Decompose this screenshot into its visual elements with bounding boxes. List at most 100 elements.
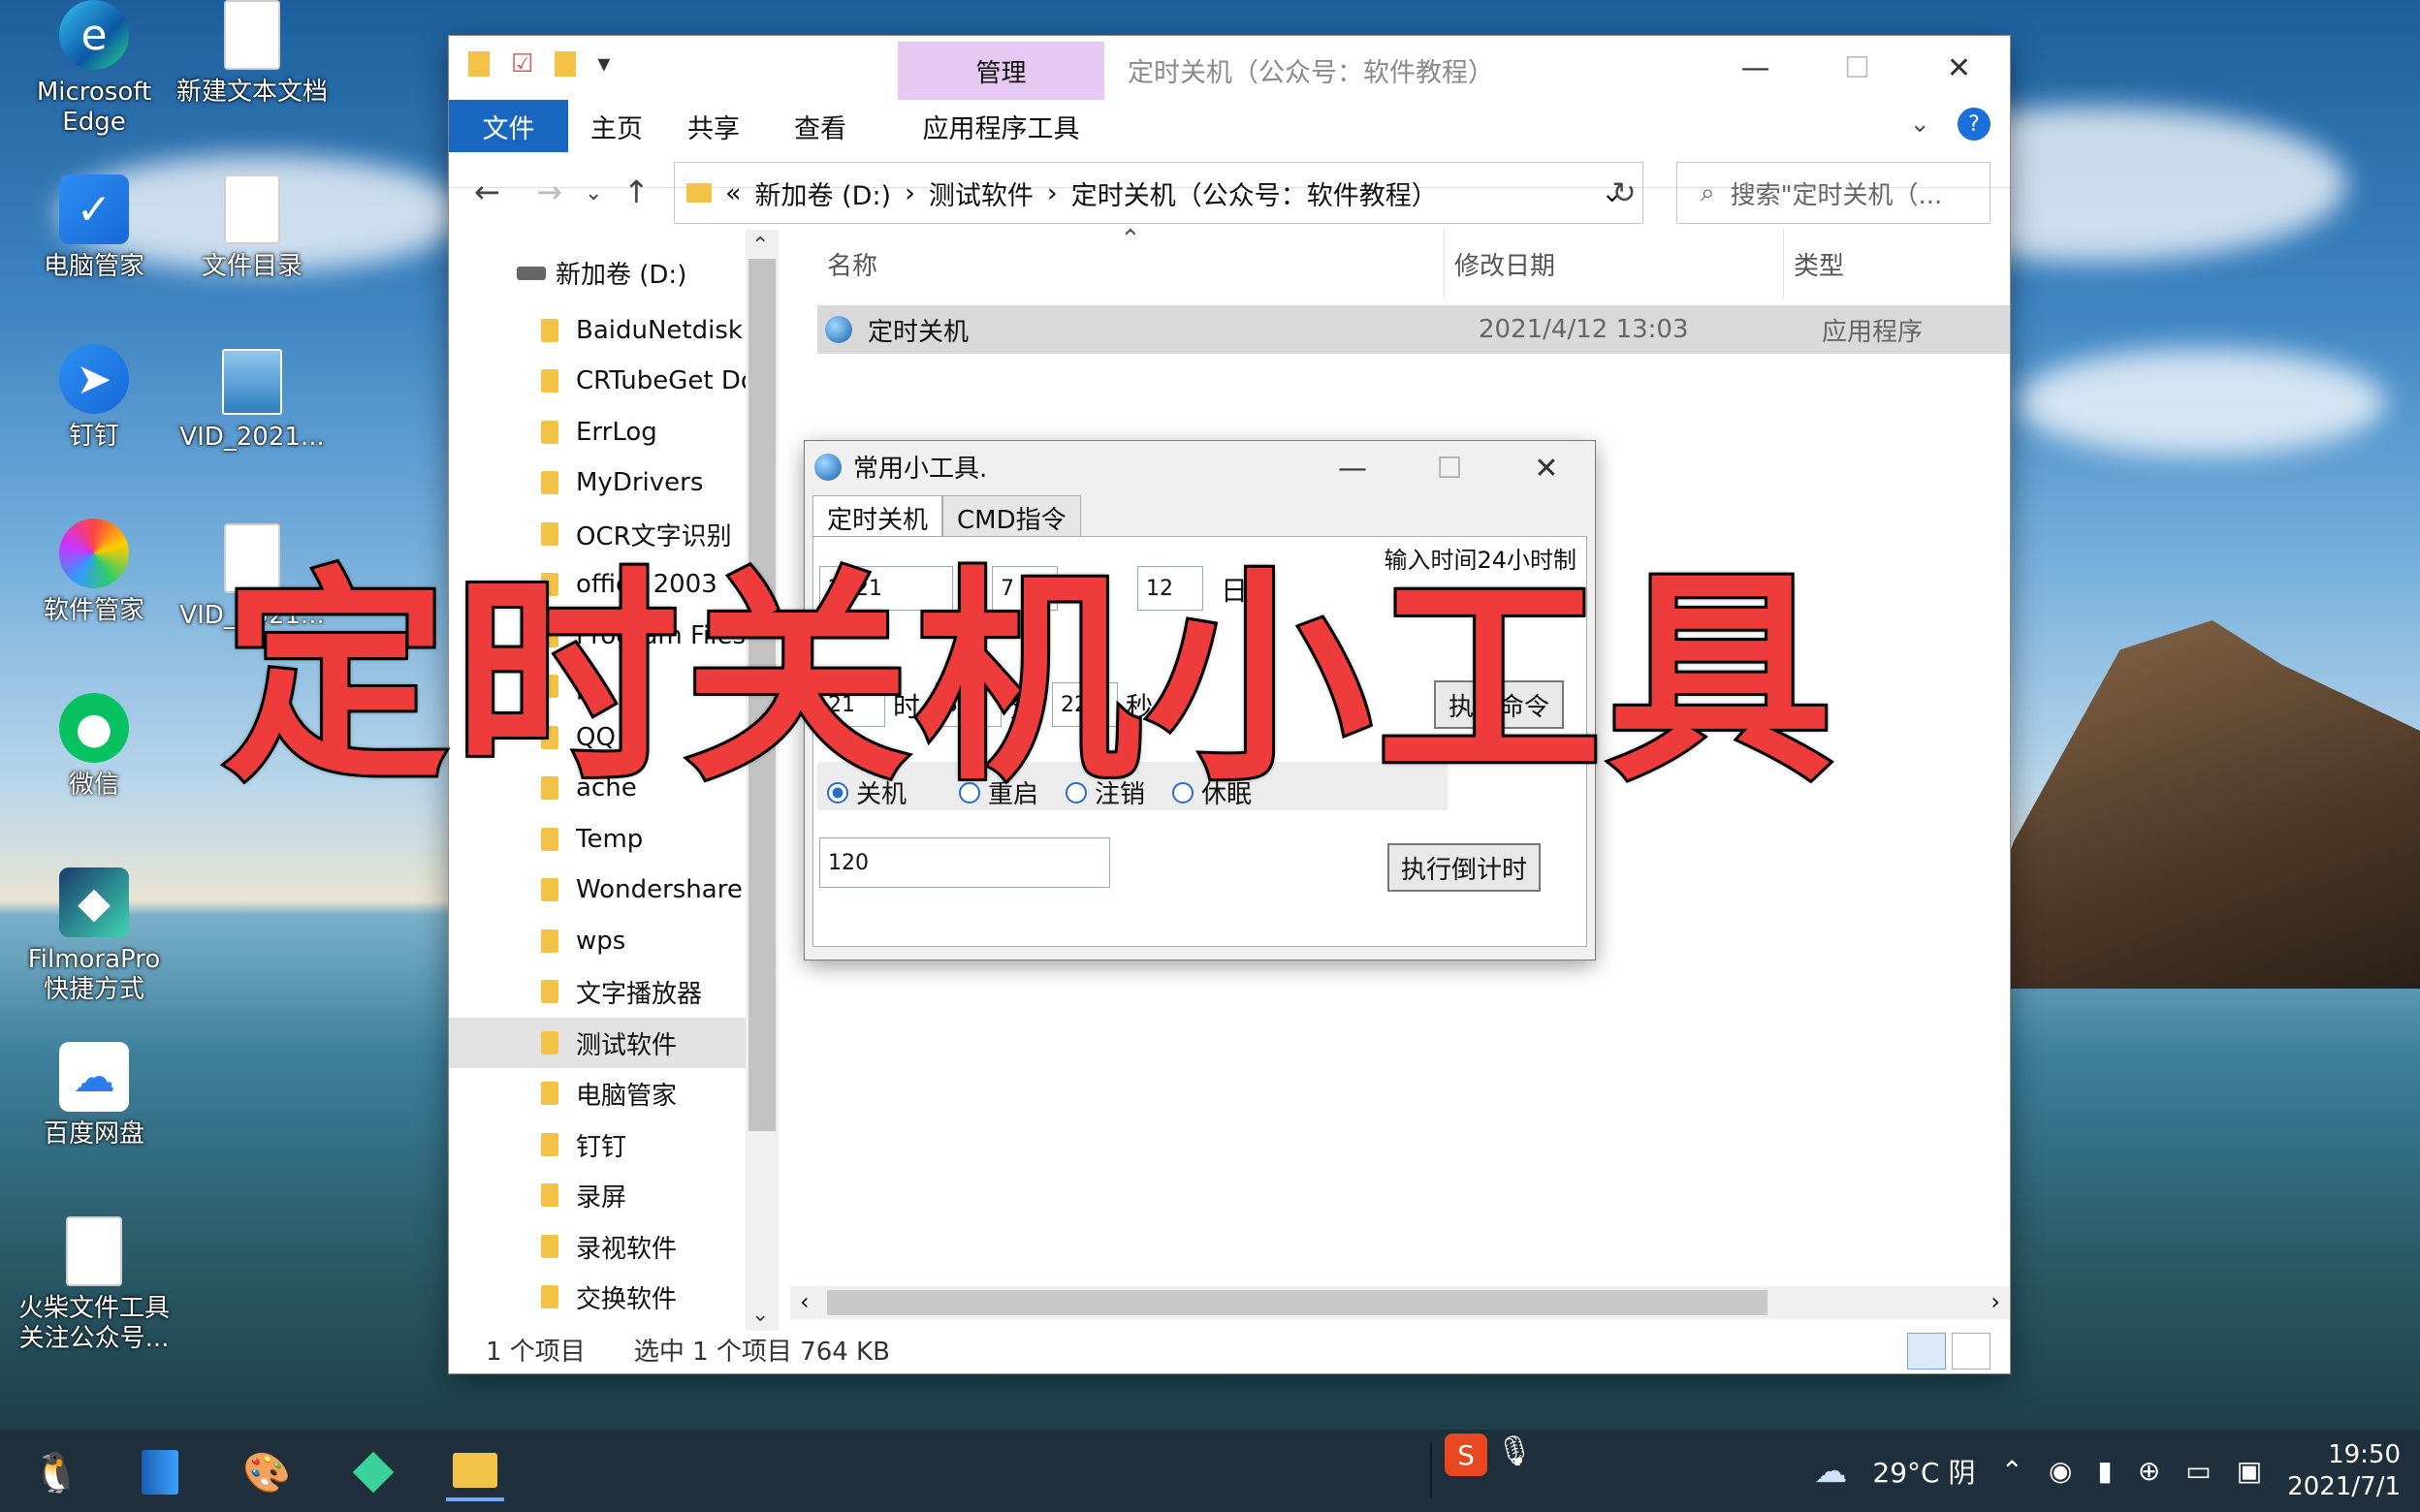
help-icon[interactable]: ?: [1958, 108, 1990, 141]
dingtalk-icon[interactable]: [344, 1443, 402, 1501]
minimize-button[interactable]: —: [1704, 36, 1806, 100]
desktop-icon-file[interactable]: 文件目录: [170, 174, 334, 282]
clock[interactable]: 19:50 2021/7/1: [2287, 1439, 2401, 1502]
desktop-icon-dingtalk[interactable]: ➤ 钉钉: [12, 344, 176, 452]
tree-folder[interactable]: 录视软件: [449, 1221, 779, 1272]
column-header-type[interactable]: 类型: [1783, 230, 1844, 298]
tree-folder-selected[interactable]: 测试软件: [449, 1018, 779, 1068]
breadcrumb-drive[interactable]: 新加卷 (D:): [755, 174, 892, 212]
tree-folder[interactable]: ErrLog: [449, 407, 779, 457]
run-countdown-button[interactable]: 执行倒计时: [1387, 843, 1541, 892]
file-explorer-icon[interactable]: [446, 1443, 504, 1501]
details-view-icon[interactable]: [1907, 1333, 1946, 1370]
tab-application-tools[interactable]: 应用程序工具: [898, 100, 1104, 152]
desktop-icon-text-file[interactable]: 新建文本文档: [170, 0, 334, 108]
tab-view[interactable]: 查看: [762, 100, 878, 152]
breadcrumb-folder[interactable]: 测试软件: [929, 174, 1034, 212]
tree-folder-label: 钉钉: [576, 1132, 627, 1162]
file-modified: 2021/4/12 13:03: [1479, 315, 1689, 344]
folder-icon: [686, 183, 712, 203]
image-file-icon: [222, 349, 282, 415]
close-button[interactable]: ✕: [1908, 36, 2010, 100]
back-arrow-icon[interactable]: ←: [474, 173, 500, 210]
large-icons-view-icon[interactable]: [1952, 1333, 1990, 1370]
tree-folder[interactable]: 文字播放器: [449, 966, 779, 1017]
tab-cmd[interactable]: CMD指令: [942, 495, 1081, 540]
address-bar[interactable]: « 新加卷 (D:) › 测试软件 › 定时关机（公众号：软件教程） ⌄: [674, 162, 1643, 224]
tab-share[interactable]: 共享: [665, 100, 762, 152]
folder-icon: [541, 828, 558, 851]
sogou-input-icon[interactable]: S: [1445, 1433, 1487, 1476]
scroll-down-icon[interactable]: ⌄: [751, 1303, 769, 1327]
notebook-icon[interactable]: [131, 1443, 189, 1501]
maximize-button[interactable]: ☐: [1401, 441, 1498, 495]
desktop-icon-wechat[interactable]: ● 微信: [12, 693, 176, 801]
tree-folder[interactable]: wps: [449, 916, 779, 966]
tab-shutdown-timer[interactable]: 定时关机: [812, 495, 943, 540]
forward-arrow-icon[interactable]: →: [536, 173, 562, 210]
desktop-icon-software-manager[interactable]: 软件管家: [12, 519, 176, 626]
recent-dropdown-icon[interactable]: ⌄: [585, 181, 602, 205]
battery-icon[interactable]: ▮: [2097, 1455, 2112, 1487]
maximize-button[interactable]: ☐: [1806, 36, 1908, 100]
folder-icon: [541, 369, 558, 393]
properties-icon[interactable]: ☑: [511, 49, 533, 79]
file-type: 应用程序: [1822, 317, 1924, 347]
tab-home[interactable]: 主页: [568, 100, 665, 152]
show-hidden-icons-icon[interactable]: ⌃: [2000, 1455, 2022, 1487]
display-icon[interactable]: ▣: [2237, 1455, 2262, 1487]
breadcrumb-current[interactable]: 定时关机（公众号：软件教程）: [1071, 174, 1438, 212]
column-header-modified[interactable]: 修改日期: [1444, 230, 1555, 298]
scroll-up-icon[interactable]: ⌃: [751, 234, 769, 258]
tree-folder[interactable]: MyDrivers: [449, 457, 779, 508]
tree-folder[interactable]: BaiduNetdisk: [449, 305, 779, 356]
tab-file[interactable]: 文件: [449, 100, 568, 152]
desktop-icon-label: 文件目录: [201, 252, 302, 281]
folder-icon: [541, 980, 558, 1003]
desktop-icon-baidu-netdisk[interactable]: ☁ 百度网盘: [12, 1042, 176, 1150]
tree-folder[interactable]: 录屏: [449, 1170, 779, 1220]
file-row[interactable]: 定时关机 2021/4/12 13:03 应用程序: [817, 305, 2010, 354]
tree-folder[interactable]: CRTubeGet Do: [449, 356, 779, 406]
scroll-right-icon[interactable]: ›: [1990, 1288, 2000, 1315]
desktop-icon-video[interactable]: VID_2021...: [170, 349, 334, 453]
tree-folder[interactable]: Wondershare: [449, 865, 779, 915]
countdown-input[interactable]: 120: [819, 837, 1110, 888]
tree-folder[interactable]: 电脑管家: [449, 1068, 779, 1118]
tree-folder[interactable]: 钉钉: [449, 1119, 779, 1170]
close-button[interactable]: ✕: [1498, 441, 1595, 495]
scrollbar-thumb[interactable]: [827, 1290, 1767, 1315]
tree-folder[interactable]: 交换软件: [449, 1272, 779, 1322]
tree-folder[interactable]: Temp: [449, 814, 779, 865]
microphone-icon[interactable]: 🎙: [1493, 1430, 1536, 1472]
paint-icon[interactable]: 🎨: [238, 1443, 296, 1501]
language-icon[interactable]: ⊕: [2138, 1455, 2160, 1487]
scroll-left-icon[interactable]: ‹: [800, 1288, 810, 1315]
tree-drive-d[interactable]: 新加卷 (D:): [517, 255, 686, 291]
new-folder-icon[interactable]: [555, 51, 577, 77]
qq-icon[interactable]: 🐧: [27, 1443, 85, 1501]
folder-icon: [541, 522, 558, 546]
up-arrow-icon[interactable]: ↑: [623, 173, 650, 210]
folder-icon[interactable]: [468, 51, 490, 77]
desktop-icon-edge[interactable]: e Microsoft Edge: [12, 0, 176, 138]
refresh-icon[interactable]: ↻: [1603, 162, 1645, 224]
usb-icon[interactable]: ▭: [2185, 1455, 2211, 1487]
desktop-icon-label: FilmoraPro 快捷方式: [27, 945, 161, 1005]
tree-folder-label: BaiduNetdisk: [576, 316, 743, 345]
desktop-icon-pc-manager[interactable]: ✓ 电脑管家: [12, 174, 176, 282]
column-header-name[interactable]: 名称: [827, 230, 877, 298]
customize-toolbar-icon[interactable]: ▾: [597, 49, 610, 79]
desktop-icon-filmora[interactable]: ◆ FilmoraPro 快捷方式: [12, 867, 176, 1005]
minimize-button[interactable]: —: [1304, 441, 1401, 495]
expand-ribbon-icon[interactable]: ⌄: [1909, 110, 1930, 139]
weather-text[interactable]: 29°C 阴: [1872, 1452, 1975, 1491]
horizontal-scrollbar[interactable]: ‹ ›: [790, 1286, 2010, 1319]
desktop-icon-file[interactable]: 火柴文件工具 关注公众号...: [12, 1216, 176, 1354]
tree-folder-label: Temp: [576, 825, 644, 854]
search-box[interactable]: ⌕ 搜索"定时关机（...: [1676, 162, 1990, 224]
network-status-icon[interactable]: ◉: [2049, 1455, 2072, 1487]
search-icon: ⌕: [1701, 177, 1715, 207]
context-tab-manage[interactable]: 管理: [898, 42, 1104, 100]
folder-icon: [541, 471, 558, 494]
